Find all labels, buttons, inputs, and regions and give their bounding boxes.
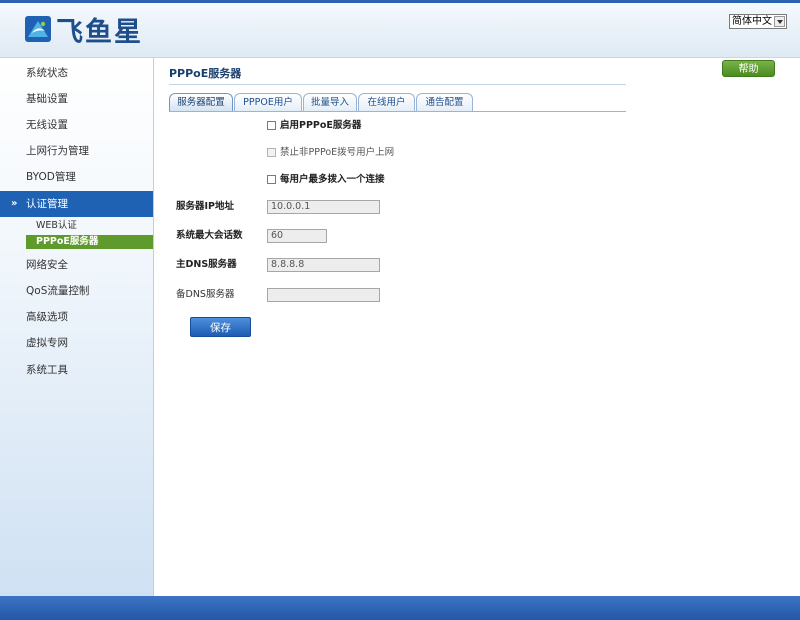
tab-online-users[interactable]: 在线用户 <box>358 93 415 111</box>
help-button[interactable]: 帮助 <box>722 60 775 77</box>
sidebar-item-label: 认证管理 <box>26 198 68 210</box>
max-sessions-label: 系统最大会话数 <box>176 230 243 241</box>
sidebar-item-label: 无线设置 <box>26 119 68 131</box>
sidebar-item-label: 系统工具 <box>26 364 68 376</box>
single-connection-label: 每用户最多拨入一个连接 <box>280 174 385 185</box>
sidebar-item-qos[interactable]: QoS流量控制 <box>0 278 153 304</box>
sidebar-item-behavior[interactable]: 上网行为管理 <box>0 138 153 164</box>
enable-pppoe-row: 启用PPPoE服务器 <box>267 119 361 133</box>
sidebar-item-vpn[interactable]: 虚拟专网 <box>0 330 153 356</box>
server-ip-label: 服务器IP地址 <box>176 201 234 212</box>
primary-dns-label: 主DNS服务器 <box>176 259 237 270</box>
title-divider <box>169 84 626 85</box>
tab-divider <box>169 111 626 112</box>
block-non-pppoe-checkbox[interactable] <box>267 148 276 157</box>
brand-name: 飞鱼星 <box>56 16 143 48</box>
sidebar-item-label: 网络安全 <box>26 259 68 271</box>
tab-pppoe-users[interactable]: PPPOE用户 <box>234 93 302 111</box>
sidebar-item-auth[interactable]: » 认证管理 <box>0 191 153 217</box>
tab-batch-import[interactable]: 批量导入 <box>303 93 357 111</box>
enable-pppoe-checkbox[interactable] <box>267 121 276 130</box>
tab-server-config[interactable]: 服务器配置 <box>169 93 233 111</box>
sidebar-item-security[interactable]: 网络安全 <box>0 252 153 278</box>
secondary-dns-label: 备DNS服务器 <box>176 289 235 300</box>
sidebar-item-system-tools[interactable]: 系统工具 <box>0 357 153 383</box>
sidebar-item-label: 系统状态 <box>26 67 68 79</box>
block-non-pppoe-label: 禁止非PPPoE拨号用户上网 <box>280 147 395 158</box>
save-button[interactable]: 保存 <box>190 317 251 337</box>
block-non-pppoe-row: 禁止非PPPoE拨号用户上网 <box>267 146 394 160</box>
sidebar-item-label: 高级选项 <box>26 311 68 323</box>
sidebar-item-label: 基础设置 <box>26 93 68 105</box>
primary-dns-input[interactable]: 8.8.8.8 <box>267 258 380 272</box>
sidebar-item-basic-settings[interactable]: 基础设置 <box>0 86 153 112</box>
max-sessions-input[interactable]: 60 <box>267 229 327 243</box>
sidebar-item-system-status[interactable]: 系统状态 <box>0 60 153 86</box>
submenu-item-label: PPPoE服务器 <box>36 236 99 247</box>
header: 飞鱼星 简体中文 <box>0 0 800 58</box>
sidebar-item-label: QoS流量控制 <box>26 285 90 297</box>
footer-bar <box>0 596 800 620</box>
logo-icon <box>25 16 51 42</box>
sidebar-item-advanced[interactable]: 高级选项 <box>0 304 153 330</box>
submenu-item-pppoe-server[interactable]: PPPoE服务器 <box>26 235 153 249</box>
language-select[interactable]: 简体中文 <box>729 14 787 29</box>
single-connection-row: 每用户最多拨入一个连接 <box>267 173 385 187</box>
language-selected: 简体中文 <box>732 16 772 27</box>
single-connection-checkbox[interactable] <box>267 175 276 184</box>
enable-pppoe-label: 启用PPPoE服务器 <box>280 120 362 131</box>
sidebar-item-label: BYOD管理 <box>26 171 76 183</box>
sidebar-item-byod[interactable]: BYOD管理 <box>0 164 153 190</box>
server-ip-input[interactable]: 10.0.0.1 <box>267 200 380 214</box>
logo: 飞鱼星 <box>24 12 143 48</box>
sidebar: 系统状态 基础设置 无线设置 上网行为管理 BYOD管理 » 认证管理 WEB认… <box>0 58 154 596</box>
sidebar-item-label: 上网行为管理 <box>26 145 89 157</box>
chevron-down-icon[interactable] <box>774 16 785 27</box>
sidebar-item-label: 虚拟专网 <box>26 337 68 349</box>
submenu-item-web-auth[interactable]: WEB认证 <box>26 219 153 233</box>
chevron-double-down-icon: » <box>11 198 18 209</box>
sidebar-item-wireless[interactable]: 无线设置 <box>0 112 153 138</box>
secondary-dns-input[interactable] <box>267 288 380 302</box>
tab-notice-config[interactable]: 通告配置 <box>416 93 473 111</box>
page-title: PPPoE服务器 <box>169 67 242 80</box>
submenu-item-label: WEB认证 <box>36 220 77 231</box>
